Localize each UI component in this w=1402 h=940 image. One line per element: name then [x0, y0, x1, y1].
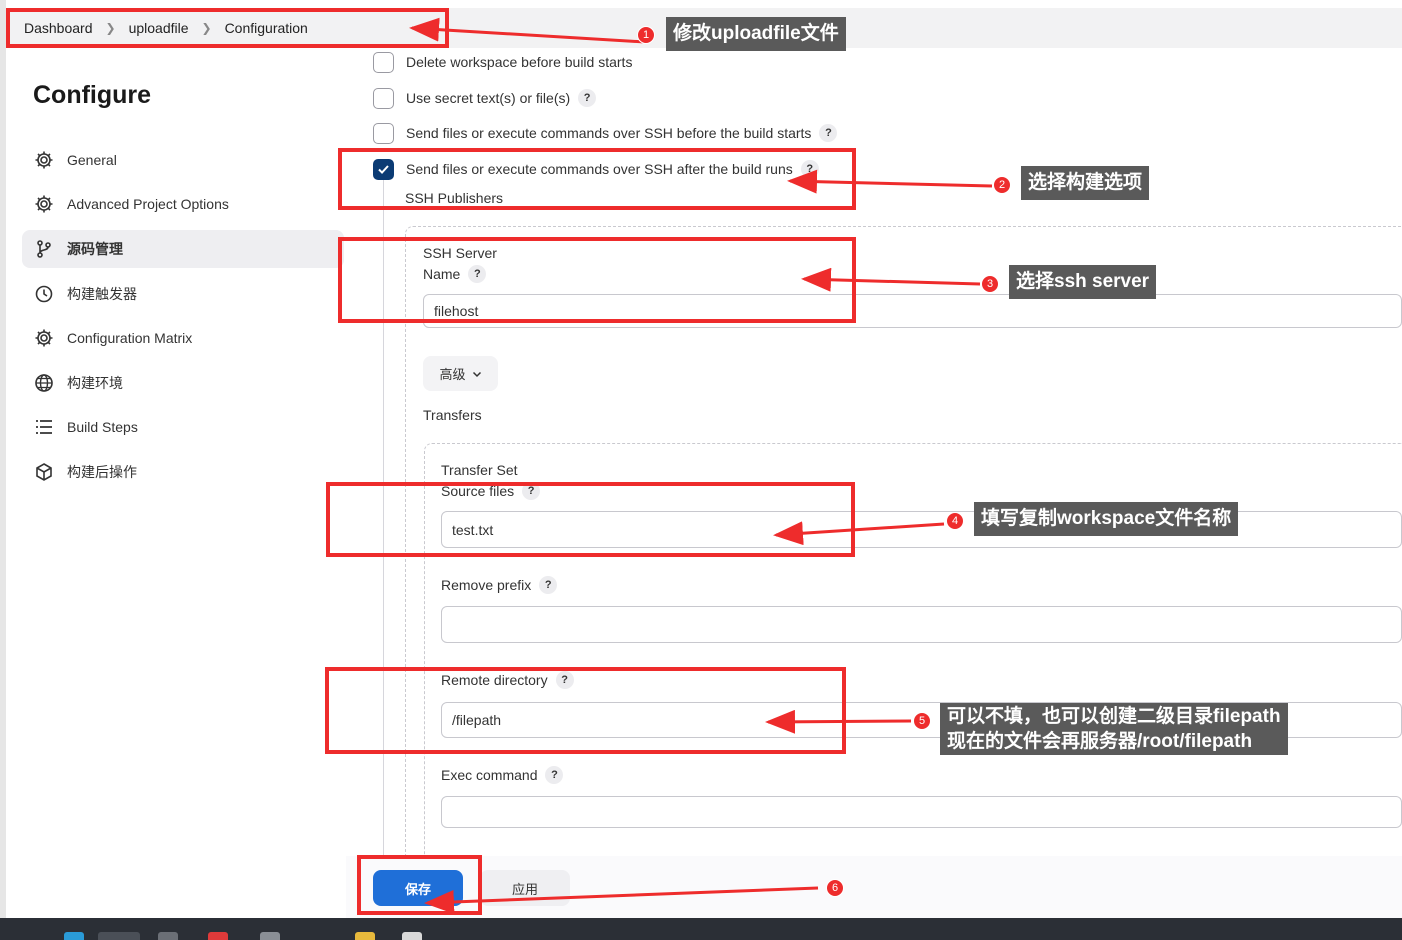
annotation-box-3 [338, 237, 856, 323]
clock-icon [33, 283, 55, 305]
sidebar-item-advanced-project-options[interactable]: Advanced Project Options [22, 185, 344, 223]
annotation-number-5: 5 [913, 712, 931, 730]
checkbox[interactable] [373, 51, 394, 73]
taskbar-terminal-icon[interactable] [158, 932, 178, 940]
sidebar-item-label: Configuration Matrix [67, 330, 193, 346]
gear-icon [33, 327, 55, 349]
sidebar-item-label: Advanced Project Options [67, 196, 229, 212]
taskbar-app-icon[interactable] [260, 932, 280, 940]
annotation-box-2 [338, 148, 856, 210]
annotation-callout-1: 修改uploadfile文件 [666, 17, 846, 51]
sidebar-item-build-triggers[interactable]: 构建触发器 [22, 275, 344, 313]
help-icon[interactable]: ? [819, 124, 838, 142]
gear-icon [33, 193, 55, 215]
annotation-number-1: 1 [637, 26, 655, 44]
option-label: Send files or execute commands over SSH … [406, 125, 812, 141]
sidebar-item-build-steps[interactable]: Build Steps [22, 408, 344, 446]
annotation-number-3: 3 [981, 275, 999, 293]
annotation-callout-5-line-1: 可以不填，也可以创建二级目录filepath [947, 706, 1281, 727]
sidebar-item-label: Build Steps [67, 419, 138, 435]
annotation-number-4: 4 [946, 512, 964, 530]
option-ssh-before-build[interactable]: Send files or execute commands over SSH … [373, 121, 838, 145]
sidebar-item-post-build-actions[interactable]: 构建后操作 [22, 453, 344, 491]
sidebar-item-label: 构建触发器 [67, 286, 137, 302]
taskbar-folder-icon[interactable] [355, 932, 375, 940]
sidebar-item-configuration-matrix[interactable]: Configuration Matrix [22, 319, 344, 357]
checkbox[interactable] [373, 87, 394, 109]
sidebar-item-label: 源码管理 [67, 241, 123, 257]
globe-icon [33, 372, 55, 394]
apply-button[interactable]: 应用 [480, 870, 570, 906]
taskbar-app-icon[interactable] [98, 932, 140, 940]
remove-prefix-label: Remove prefix [441, 577, 532, 593]
annotation-number-6: 6 [826, 879, 844, 897]
annotation-callout-5: 可以不填，也可以创建二级目录filepath 现在的文件会再服务器/root/f… [940, 703, 1288, 755]
transfer-set-label: Transfer Set [441, 462, 518, 478]
cube-icon [33, 461, 55, 483]
help-icon[interactable]: ? [578, 89, 597, 107]
exec-command-input[interactable] [441, 796, 1402, 828]
sidebar-item-source-code-management[interactable]: 源码管理 [22, 230, 344, 268]
taskbar-app-icon[interactable] [64, 932, 84, 940]
remove-prefix-input[interactable] [441, 606, 1402, 643]
annotation-box-1 [6, 8, 449, 48]
taskbar-app-icon[interactable] [208, 932, 228, 940]
advanced-label: 高级 [439, 367, 466, 382]
annotation-callout-3: 选择ssh server [1009, 265, 1157, 299]
annotation-box-5 [325, 667, 846, 754]
sidebar-item-label: 构建后操作 [67, 464, 137, 480]
sidebar-item-label: 构建环境 [67, 375, 123, 391]
annotation-callout-4: 填写复制workspace文件名称 [974, 502, 1239, 536]
option-secret-text[interactable]: Use secret text(s) or file(s) ? [373, 86, 597, 110]
exec-command-field-label: Exec command ? [441, 766, 564, 784]
annotation-callout-2: 选择构建选项 [1021, 166, 1150, 200]
remove-prefix-field-label: Remove prefix ? [441, 576, 558, 594]
annotation-callout-5-line-2: 现在的文件会再服务器/root/filepath [947, 731, 1253, 752]
taskbar-app-icon[interactable] [402, 932, 422, 940]
annotation-box-4 [326, 482, 855, 557]
list-icon [33, 416, 55, 438]
help-icon[interactable]: ? [545, 766, 564, 784]
checkbox[interactable] [373, 122, 394, 144]
sidebar-item-general[interactable]: General [22, 141, 344, 179]
sidebar-item-build-environment[interactable]: 构建环境 [22, 364, 344, 402]
annotation-number-2: 2 [993, 176, 1011, 194]
transfers-label: Transfers [423, 407, 482, 423]
option-label: Use secret text(s) or file(s) [406, 90, 571, 106]
chevron-down-icon [472, 371, 481, 377]
gear-icon [33, 149, 55, 171]
page-title: Configure [33, 81, 152, 109]
exec-command-label: Exec command [441, 767, 538, 783]
option-label: Delete workspace before build starts [406, 54, 633, 70]
branch-icon [33, 238, 55, 260]
annotation-box-6 [357, 855, 482, 915]
option-delete-workspace[interactable]: Delete workspace before build starts [373, 50, 632, 74]
help-icon[interactable]: ? [539, 576, 558, 594]
sidebar: Configure General Advanced Project Optio… [6, 48, 346, 918]
advanced-button[interactable]: 高级 [423, 356, 498, 391]
sidebar-item-label: General [67, 152, 117, 168]
